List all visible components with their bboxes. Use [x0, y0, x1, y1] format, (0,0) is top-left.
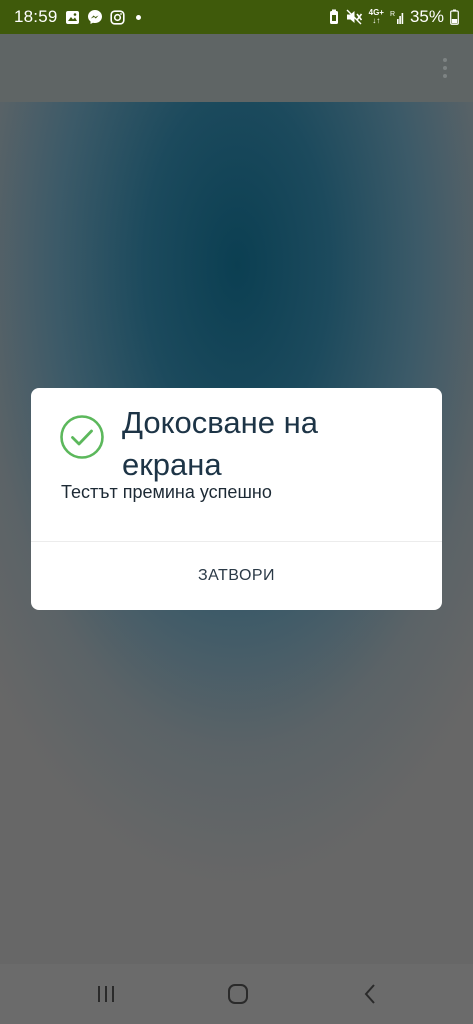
result-dialog: Докосване на екрана Тестът премина успеш… — [31, 388, 442, 610]
dialog-title: Докосване на екрана — [122, 405, 318, 482]
overflow-menu-icon[interactable] — [443, 58, 447, 78]
battery-percentage: 35% — [409, 7, 444, 26]
gallery-icon — [65, 10, 80, 25]
status-time: 18:59 — [14, 7, 58, 26]
battery-saver-icon — [328, 9, 340, 25]
recent-apps-icon[interactable] — [94, 982, 118, 1006]
signal-icon: R — [390, 9, 404, 25]
home-icon[interactable] — [226, 982, 250, 1006]
battery-icon — [450, 9, 459, 25]
notification-dot-icon — [135, 14, 141, 20]
network-activity-label: ↓↑ — [372, 16, 381, 25]
svg-text:R: R — [390, 11, 395, 18]
app-toolbar — [0, 34, 473, 102]
status-bar: 18:59 4G+ ↓↑ R 35% — [0, 0, 473, 34]
4g-network-icon: 4G+ ↓↑ — [369, 9, 384, 25]
dialog-message: Тестът премина успешно — [61, 482, 272, 502]
messenger-icon — [87, 9, 103, 25]
back-icon[interactable] — [358, 982, 382, 1006]
mute-icon — [346, 9, 363, 25]
close-button[interactable]: ЗАТВОРИ — [31, 542, 442, 610]
navigation-bar — [0, 964, 473, 1024]
instagram-icon — [109, 9, 125, 25]
success-check-icon — [59, 414, 105, 460]
